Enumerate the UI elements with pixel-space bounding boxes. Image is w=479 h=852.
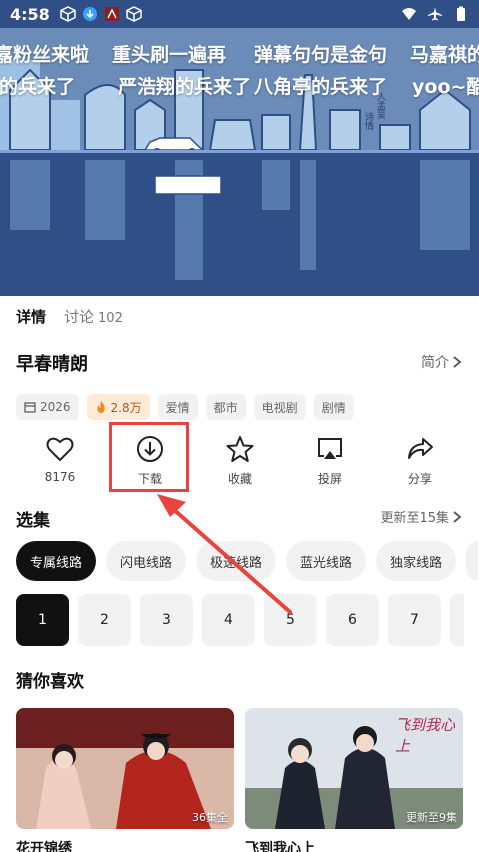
line-chip[interactable]: 蓝光线路: [286, 541, 367, 581]
like-count: 8176: [44, 470, 76, 484]
airplane-mode-icon: [428, 7, 442, 21]
heart-icon: [46, 437, 74, 462]
cast-button[interactable]: 投屏: [285, 428, 375, 494]
favorite-label: 收藏: [227, 472, 252, 486]
episodes-title: 选集: [16, 511, 50, 531]
danmaku-comment: 弹幕句句是金句: [254, 44, 388, 66]
tab-discussion[interactable]: 讨论 102: [64, 306, 123, 327]
status-bar: 4:58: [0, 0, 479, 28]
show-title: 早春晴朗: [16, 354, 88, 375]
genre-tag[interactable]: 电视剧: [253, 394, 306, 420]
danmaku-comment: 嘉粉丝来啦: [0, 44, 90, 66]
year-tag[interactable]: 2026: [16, 394, 79, 420]
episode-grid: 1 2 3 4 5 6 7: [16, 594, 464, 646]
share-button[interactable]: 分享: [375, 428, 465, 494]
heat-label: 2.8万: [110, 400, 142, 415]
danmaku-comment: 祺的兵来了: [0, 76, 76, 98]
tab-discussion-label: 讨论: [64, 308, 95, 326]
recommend-card[interactable]: 飞到我心上 更新至9集: [245, 708, 463, 829]
danmaku-comment: 八角亭的兵来了: [254, 76, 388, 98]
cube-icon: [126, 6, 142, 22]
episode-button[interactable]: 2: [78, 594, 131, 646]
genre-tag[interactable]: 爱情: [157, 394, 198, 420]
update-status: 更新至15集: [380, 511, 449, 526]
tag-row: 2026 2.8万 爱情 都市 电视剧 剧情: [16, 394, 354, 420]
line-chip-partial[interactable]: [466, 541, 479, 581]
favorite-button[interactable]: 收藏: [195, 428, 285, 494]
recommend-title: 猜你喜欢: [16, 672, 84, 692]
like-button[interactable]: 8176: [15, 428, 105, 494]
heat-tag[interactable]: 2.8万: [86, 394, 150, 420]
recommend-card[interactable]: 36集全: [16, 708, 234, 829]
intro-link[interactable]: 简介: [421, 352, 463, 372]
action-bar: 8176 下载 收藏 投屏 分享: [0, 428, 479, 494]
chevron-right-icon: [453, 510, 462, 523]
danmaku-comment: 马嘉祺的: [410, 44, 479, 66]
episode-button[interactable]: 1: [16, 594, 69, 646]
episode-count-badge: 36集全: [192, 811, 228, 824]
intro-label: 简介: [421, 355, 449, 371]
episode-button[interactable]: 3: [140, 594, 193, 646]
genre-tag[interactable]: 都市: [205, 394, 246, 420]
poem-text: 诗情: [363, 112, 373, 130]
line-selector: 专属线路 闪电线路 极速线路 蓝光线路 独家线路: [16, 541, 479, 581]
recommend-card-title[interactable]: 飞到我心上: [245, 838, 315, 852]
danmaku-comment: 严浩翔的兵来了: [118, 76, 252, 98]
episode-button[interactable]: 6: [326, 594, 379, 646]
star-icon: [226, 436, 254, 462]
danmaku-comment: 重头刷一遍再: [112, 44, 227, 66]
recommend-card-title[interactable]: 花开锦绣: [16, 838, 72, 852]
poem-text: 人孟吴: [375, 92, 385, 119]
episode-button[interactable]: 4: [202, 594, 255, 646]
wifi-icon: [402, 8, 416, 20]
detail-tabs: 详情 讨论 102: [16, 306, 123, 327]
share-icon: [408, 438, 433, 459]
chevron-right-icon: [453, 356, 462, 368]
cast-label: 投屏: [317, 472, 342, 486]
cast-screen-icon: [318, 438, 342, 459]
video-player[interactable]: 嘉粉丝来啦 重头刷一遍再 弹幕句句是金句 马嘉祺的 祺的兵来了 严浩翔的兵来了 …: [0, 0, 479, 296]
flame-icon: [96, 401, 105, 413]
genre-tag[interactable]: 剧情: [313, 394, 354, 420]
share-label: 分享: [407, 472, 432, 486]
line-chip[interactable]: 专属线路: [16, 541, 97, 581]
calendar-icon: [24, 402, 36, 413]
episodes-update-link[interactable]: 更新至15集: [380, 507, 463, 526]
line-chip[interactable]: 闪电线路: [106, 541, 187, 581]
episode-count-badge: 更新至9集: [406, 811, 457, 824]
year-label: 2026: [40, 400, 71, 414]
download-notification-icon: [82, 7, 97, 21]
episode-button-partial[interactable]: [450, 594, 464, 646]
line-chip[interactable]: 极速线路: [196, 541, 277, 581]
battery-icon: [457, 6, 465, 21]
download-highlight-box: [109, 422, 189, 492]
poster-logo: 飞到我心上: [395, 716, 456, 755]
tab-detail[interactable]: 详情: [16, 306, 46, 327]
episode-button[interactable]: 7: [388, 594, 441, 646]
line-chip[interactable]: 独家线路: [376, 541, 457, 581]
discussion-count: 102: [98, 311, 123, 326]
status-time: 4:58: [10, 4, 50, 24]
app-notification-icon: [104, 7, 119, 21]
danmaku-comment: yoo~酷沛: [412, 76, 479, 98]
episode-button[interactable]: 5: [264, 594, 317, 646]
cube-icon: [60, 6, 76, 22]
